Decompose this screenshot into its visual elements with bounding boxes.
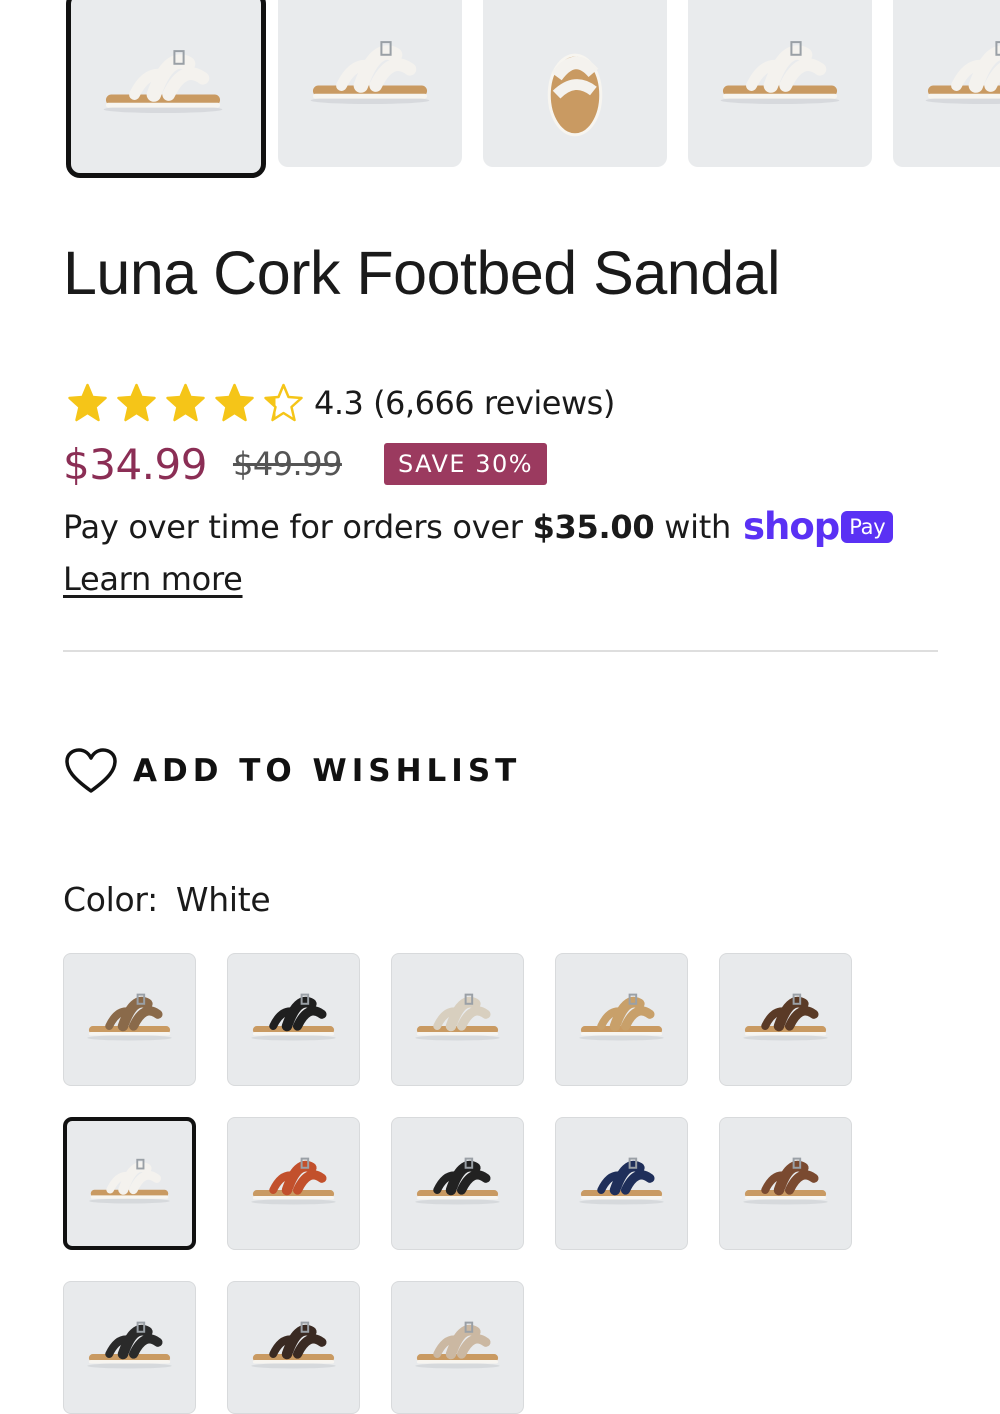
shop-pay-pill: Pay: [841, 510, 894, 543]
color-swatch[interactable]: [227, 1117, 360, 1250]
divider: [63, 650, 938, 652]
swatch-image: [415, 1157, 500, 1205]
color-swatch[interactable]: [391, 1117, 524, 1250]
sale-price: $34.99: [63, 439, 207, 489]
rating-text: 4.3 (6,666 reviews): [314, 384, 615, 422]
wishlist-label: ADD TO WISHLIST: [133, 753, 522, 789]
compare-at-price: $49.99: [232, 445, 342, 483]
gallery-thumbnail[interactable]: [893, 0, 1000, 167]
color-swatch[interactable]: [227, 1281, 360, 1414]
heart-icon: [65, 748, 117, 793]
star-rating: [63, 383, 308, 423]
star-icon: [264, 383, 303, 422]
swatch-image: [251, 1157, 336, 1205]
star-icon: [166, 383, 205, 422]
color-swatch[interactable]: [555, 953, 688, 1086]
save-badge: SAVE 30%: [383, 443, 548, 485]
swatch-image: [87, 993, 172, 1041]
gallery-thumbnail[interactable]: [278, 0, 462, 167]
gallery-thumbnail[interactable]: [688, 0, 872, 167]
swatch-image: [579, 993, 664, 1041]
star-icon: [117, 383, 156, 422]
installments-threshold: $35.00: [532, 507, 655, 546]
swatch-image: [415, 993, 500, 1041]
sandal-image: [103, 50, 223, 114]
color-swatch[interactable]: [63, 953, 196, 1086]
color-swatch[interactable]: [719, 953, 852, 1086]
star-icon: [68, 383, 107, 422]
color-swatch[interactable]: [719, 1117, 852, 1250]
color-selector-label: Color: White: [63, 880, 271, 919]
gallery-thumbnail[interactable]: [66, 0, 266, 178]
swatch-image: [579, 1157, 664, 1205]
swatch-image: [87, 1321, 172, 1369]
selected-color-value: White: [175, 880, 271, 919]
color-label-text: Color:: [63, 880, 158, 919]
color-swatch[interactable]: [391, 1281, 524, 1414]
swatch-image: [251, 1321, 336, 1369]
installments-text: Pay over time for orders over: [63, 507, 523, 546]
color-swatch[interactable]: [63, 1281, 196, 1414]
swatch-image: [89, 1158, 170, 1204]
learn-more-link[interactable]: Learn more: [63, 560, 243, 598]
swatch-image: [415, 1321, 500, 1369]
gallery-thumbnail[interactable]: [483, 0, 667, 167]
rating-summary[interactable]: 4.3 (6,666 reviews): [63, 382, 615, 424]
product-image-gallery[interactable]: [0, 0, 1000, 180]
shop-pay-logo: shop: [742, 505, 840, 548]
swatch-image: [743, 1157, 828, 1205]
sandal-image: [310, 41, 430, 105]
sandal-image: [925, 41, 1000, 105]
color-swatch[interactable]: [391, 953, 524, 1086]
add-to-wishlist-button[interactable]: ADD TO WISHLIST: [63, 746, 521, 796]
star-icon: [215, 383, 254, 422]
swatch-image: [743, 993, 828, 1041]
swatch-image: [251, 993, 336, 1041]
product-title: Luna Cork Footbed Sandal: [63, 239, 781, 307]
sandal-image: [547, 53, 603, 137]
installments-with: with: [664, 507, 731, 546]
color-swatch[interactable]: [227, 953, 360, 1086]
color-swatch[interactable]: [555, 1117, 688, 1250]
sandal-image: [720, 41, 840, 105]
color-swatch[interactable]: [63, 1117, 196, 1250]
price-row: $34.99 $49.99 SAVE 30%: [63, 436, 548, 492]
shop-pay-installments: Pay over time for orders over $35.00 wit…: [63, 505, 894, 548]
